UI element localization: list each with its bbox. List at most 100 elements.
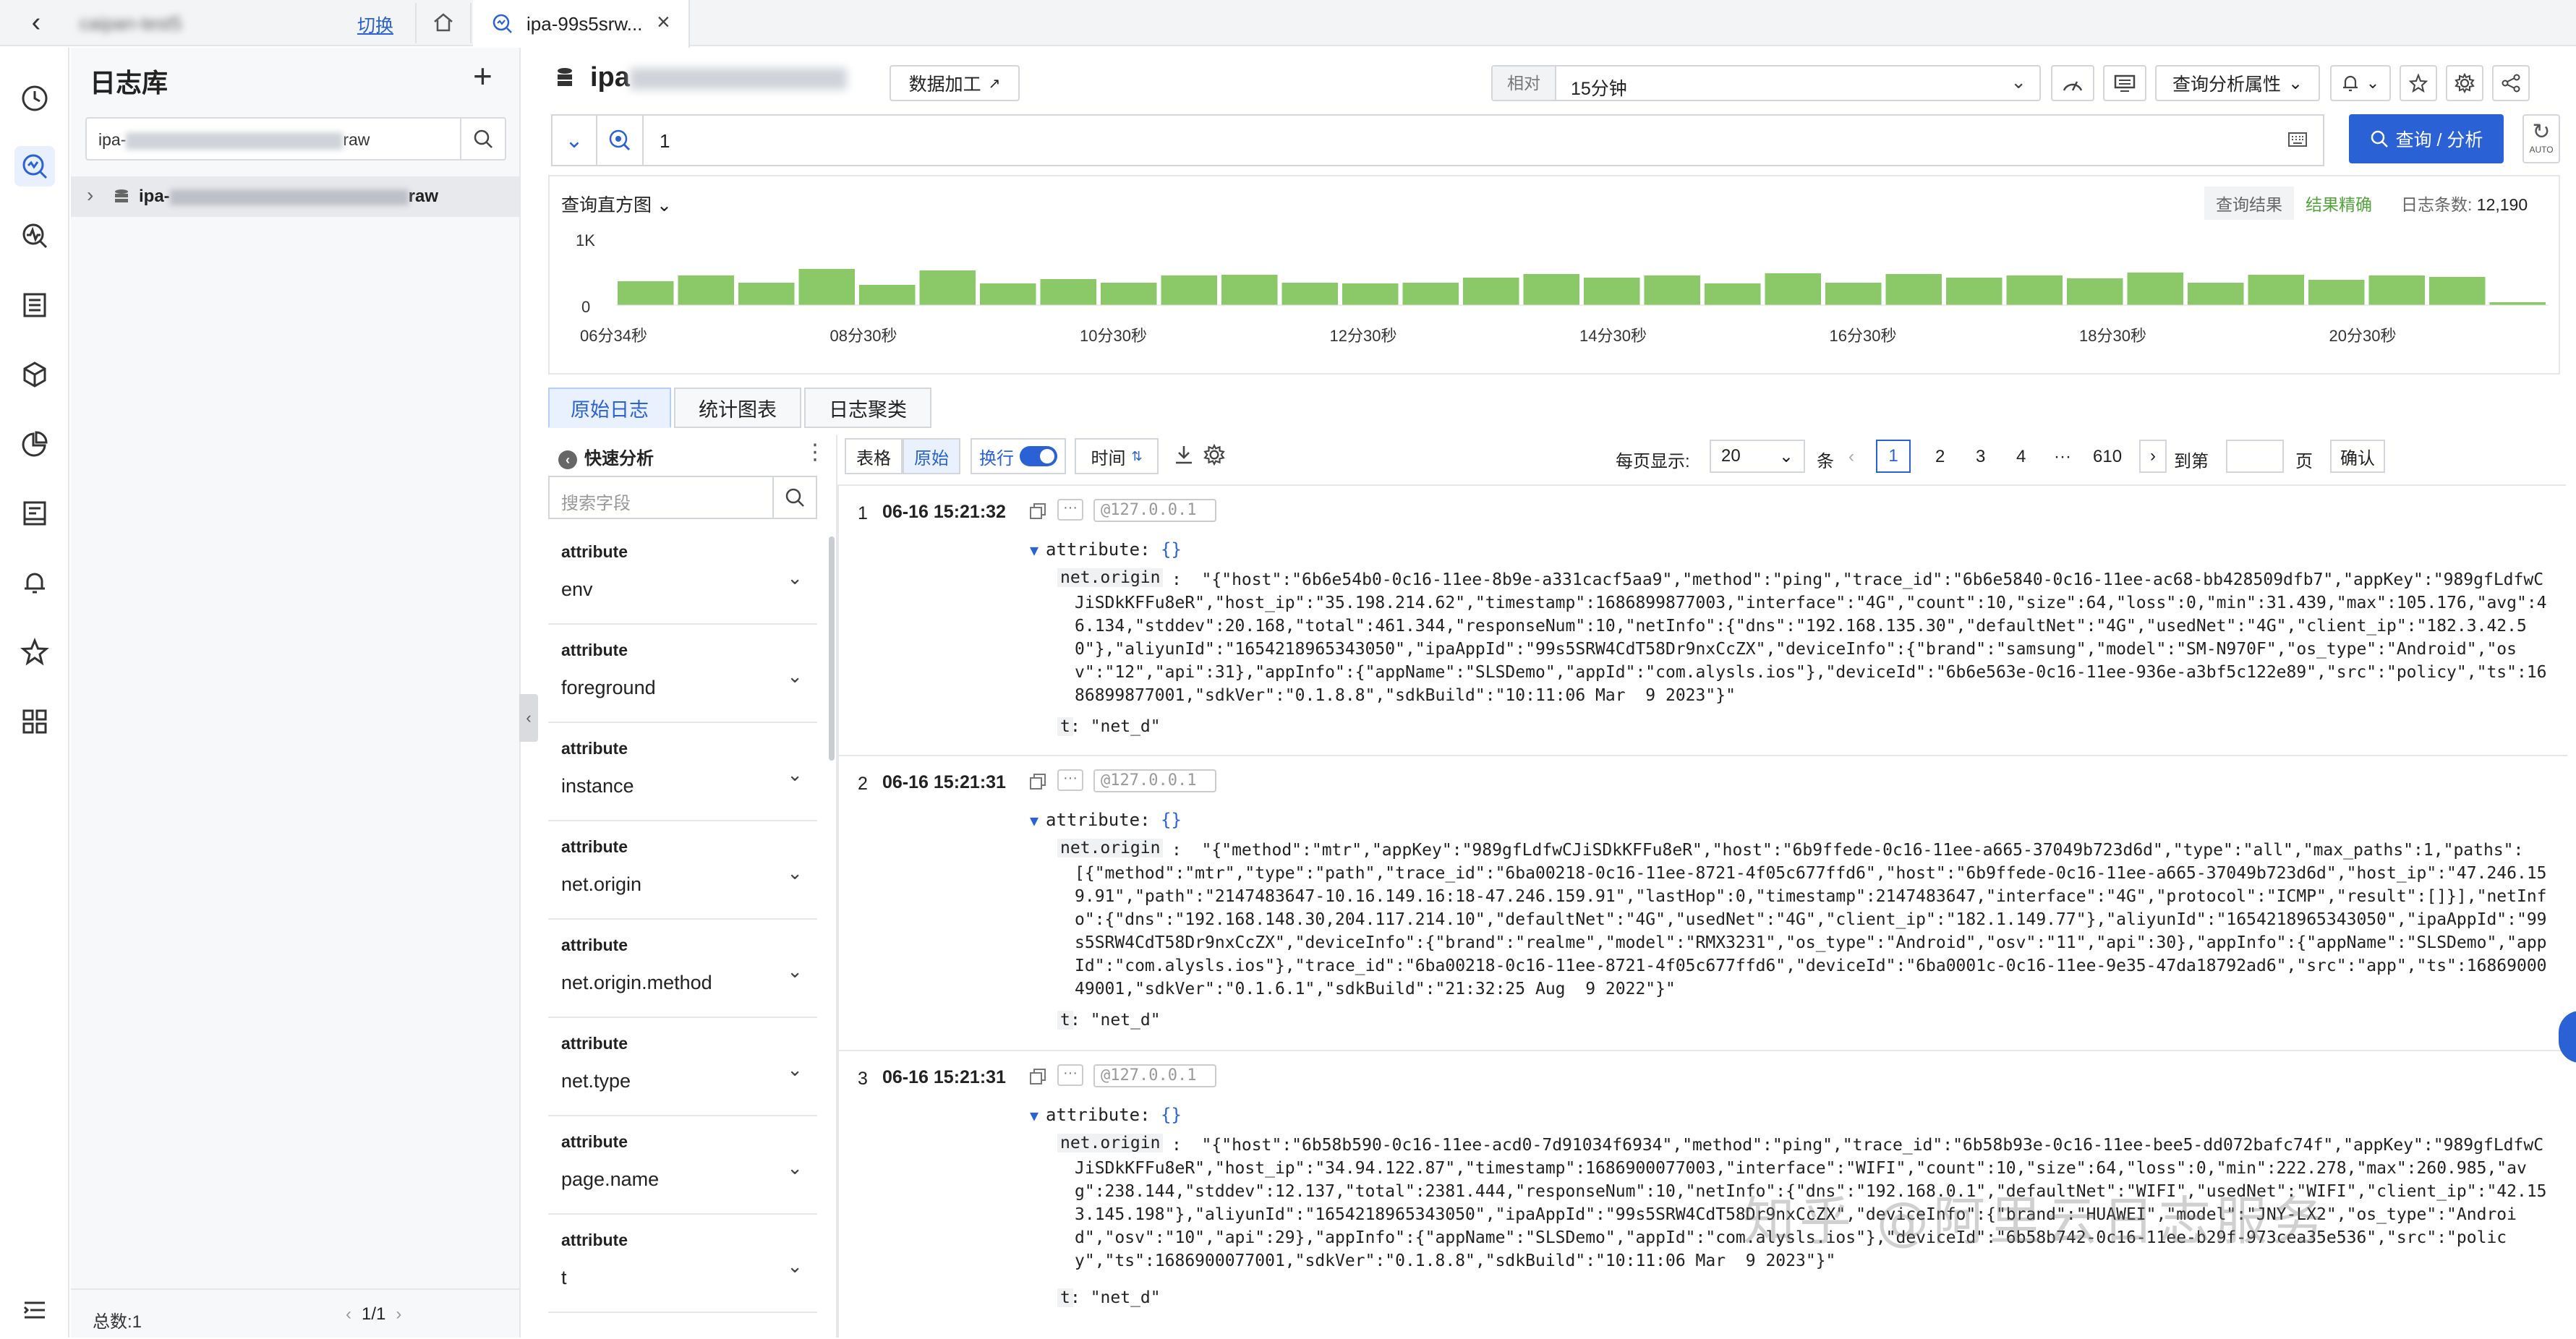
quick-analysis-title[interactable]: ‹ 快速分析 <box>558 444 654 469</box>
expand-triangle-icon[interactable]: ▼ <box>1030 1107 1038 1124</box>
field-item[interactable]: attribute net.origin.method ⌄ <box>548 920 817 1018</box>
prev-page-icon[interactable]: ‹ <box>346 1304 351 1324</box>
tab-charts[interactable]: 统计图表 <box>674 388 801 428</box>
histogram-bar[interactable] <box>1463 278 1519 305</box>
back-icon[interactable]: ‹ <box>14 6 58 40</box>
nav-clock-icon[interactable] <box>14 78 55 119</box>
page-button-3[interactable]: 3 <box>1976 447 1985 467</box>
alert-button[interactable]: ⌄ <box>2330 65 2391 101</box>
chevron-down-icon[interactable]: ⌄ <box>787 960 803 983</box>
more-actions-button[interactable]: ··· <box>1057 499 1083 521</box>
histogram-bar[interactable] <box>2368 275 2426 305</box>
histogram-bar[interactable] <box>1885 274 1942 305</box>
logstore-list-item[interactable]: › ipa-raw <box>71 176 519 217</box>
histogram-bar[interactable] <box>980 283 1036 305</box>
search-analyze-button[interactable]: 查询 / 分析 <box>2349 114 2504 163</box>
expand-triangle-icon[interactable]: ▼ <box>1030 812 1038 829</box>
query-input[interactable]: 1 <box>660 130 670 153</box>
nav-menu-icon[interactable] <box>14 1290 55 1330</box>
copy-icon[interactable] <box>1028 1067 1047 1086</box>
histogram-bar[interactable] <box>2127 273 2184 305</box>
histogram-bar[interactable] <box>678 275 735 305</box>
field-item[interactable]: attribute net.origin ⌄ <box>548 821 817 920</box>
field-list-scrollbar[interactable] <box>829 536 835 761</box>
histogram-bar[interactable] <box>2489 302 2546 305</box>
per-page-select[interactable]: 20 ⌄ <box>1710 440 1805 473</box>
collapse-panel-handle[interactable]: ‹ <box>519 694 538 742</box>
histogram-bar[interactable] <box>1281 283 1339 305</box>
histogram-bar[interactable] <box>2067 278 2123 305</box>
histogram-bar[interactable] <box>1825 283 1882 305</box>
page-button-last[interactable]: 610 <box>2093 447 2122 467</box>
view-raw-toggle[interactable]: 原始 <box>903 438 960 474</box>
more-actions-button[interactable]: ··· <box>1057 769 1083 791</box>
next-page-icon[interactable]: › <box>2139 440 2167 473</box>
page-ellipsis[interactable]: ··· <box>2054 447 2071 467</box>
wrap-switch[interactable] <box>1020 446 1057 466</box>
histogram-bar[interactable] <box>859 285 916 305</box>
copy-icon[interactable] <box>1028 772 1047 791</box>
add-logstore-button[interactable]: + <box>473 56 492 95</box>
chevron-down-icon[interactable]: ⌄ <box>787 1157 803 1179</box>
view-table-toggle[interactable]: 表格 <box>845 438 903 474</box>
nav-list-icon[interactable] <box>14 285 55 325</box>
histogram-bar[interactable] <box>1040 279 1097 305</box>
nav-grid-icon[interactable] <box>14 701 55 742</box>
chevron-down-icon[interactable]: ⌄ <box>787 665 803 688</box>
switch-project-link[interactable]: 切换 <box>357 12 393 38</box>
more-options-icon[interactable]: ⋮ <box>804 440 826 465</box>
histogram-bar[interactable] <box>1161 275 1218 305</box>
histogram-bar[interactable] <box>1523 274 1580 305</box>
logstore-search-input[interactable]: ipa-raw <box>85 117 506 161</box>
field-item[interactable]: attribute t ⌄ <box>548 1215 817 1313</box>
histogram-bar[interactable] <box>2248 275 2305 305</box>
share-button[interactable] <box>2492 65 2530 101</box>
prev-page-icon[interactable]: ‹ <box>1848 447 1854 467</box>
goto-page-input[interactable] <box>2226 440 2284 473</box>
histogram-bar[interactable] <box>1644 275 1701 305</box>
gear-icon[interactable] <box>1203 443 1225 471</box>
nav-report-icon[interactable] <box>14 493 55 534</box>
refresh-speed-button[interactable] <box>2051 65 2094 101</box>
data-process-button[interactable]: 数据加工 ↗ <box>890 65 1020 101</box>
chevron-right-icon[interactable]: › <box>87 184 93 207</box>
histogram-bar[interactable] <box>2308 280 2365 305</box>
settings-button[interactable] <box>2446 65 2483 101</box>
next-page-icon[interactable]: › <box>396 1304 401 1324</box>
histogram-bar[interactable] <box>798 269 856 305</box>
nav-monitor-icon[interactable] <box>14 215 55 256</box>
histogram-bar[interactable] <box>1705 283 1761 305</box>
search-icon[interactable] <box>772 477 816 518</box>
histogram-bar[interactable] <box>919 270 976 305</box>
field-item[interactable]: attribute env ⌄ <box>548 526 817 625</box>
histogram-bar[interactable] <box>618 281 674 305</box>
time-range-selector[interactable]: 相对 15分钟 ⌄ <box>1491 65 2041 101</box>
attribute-node[interactable]: ▼ attribute: {} <box>1030 1105 1182 1125</box>
field-item[interactable]: attribute instance ⌄ <box>548 723 817 821</box>
histogram-bar[interactable] <box>1584 278 1640 305</box>
nav-star-icon[interactable] <box>14 632 55 672</box>
histogram-bar[interactable] <box>1342 283 1399 305</box>
nav-search-analysis-icon[interactable] <box>14 146 55 187</box>
confirm-button[interactable]: 确认 <box>2330 440 2385 473</box>
chevron-down-icon[interactable]: ⌄ <box>787 862 803 884</box>
histogram-bar[interactable] <box>2188 283 2244 305</box>
histogram-bar[interactable] <box>738 283 795 305</box>
page-button-4[interactable]: 4 <box>2016 447 2026 467</box>
nav-bell-icon[interactable] <box>14 562 55 603</box>
more-actions-button[interactable]: ··· <box>1057 1064 1083 1086</box>
histogram-bar[interactable] <box>2006 275 2063 305</box>
close-icon[interactable]: × <box>657 9 670 35</box>
search-icon[interactable] <box>460 119 505 159</box>
field-search-input[interactable]: 搜索字段 <box>548 476 817 519</box>
time-sort-button[interactable]: 时间 ⇅ <box>1075 438 1159 474</box>
histogram-bar[interactable] <box>1221 275 1278 305</box>
histogram-bar[interactable] <box>1402 283 1459 305</box>
chevron-down-icon[interactable]: ⌄ <box>787 567 803 589</box>
auto-refresh-button[interactable]: ↻ AUTO <box>2522 114 2560 163</box>
nav-pie-chart-icon[interactable] <box>14 424 55 464</box>
screen-button[interactable] <box>2103 65 2146 101</box>
logstore-tab[interactable]: ipa-99s5srw... × <box>473 0 690 48</box>
page-button-2[interactable]: 2 <box>1935 447 1945 467</box>
tab-log-clustering[interactable]: 日志聚类 <box>804 388 931 428</box>
